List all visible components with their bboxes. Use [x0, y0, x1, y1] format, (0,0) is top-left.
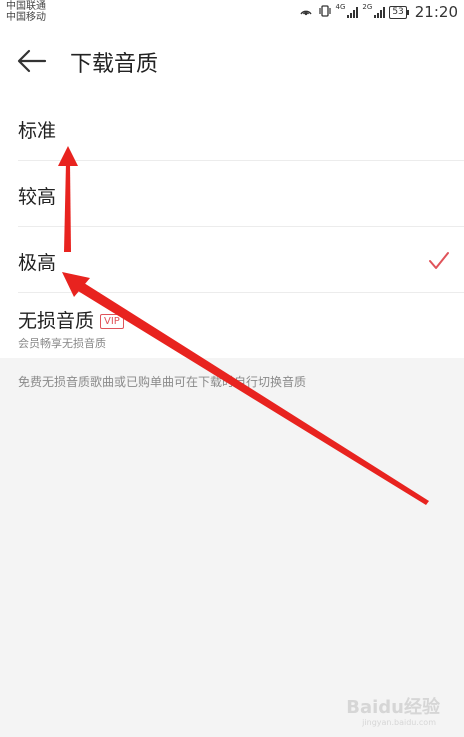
- divider: [18, 160, 464, 161]
- signal-icon: [347, 6, 359, 18]
- quality-option-very-high[interactable]: 极高: [18, 248, 464, 278]
- battery-icon: 53: [389, 5, 410, 19]
- option-label: 极高: [18, 252, 57, 274]
- checkmark-icon: [428, 251, 450, 271]
- network-type-2: 2G: [362, 3, 373, 11]
- quality-list: 标准 较高 极高 无损音质 VIP 会员畅享无损音质: [0, 96, 464, 358]
- vibrate-icon: [318, 4, 332, 21]
- option-label: 无损音质: [18, 310, 95, 332]
- watermark-logo: Baidu经验: [346, 697, 440, 718]
- quality-option-lossless[interactable]: 无损音质 VIP 会员畅享无损音质: [18, 306, 464, 350]
- option-subtitle: 会员畅享无损音质: [18, 337, 106, 350]
- hotspot-icon: [298, 4, 314, 21]
- vip-badge: VIP: [100, 314, 124, 329]
- divider: [18, 292, 464, 293]
- signal-icon-2: [374, 6, 386, 18]
- back-arrow-icon[interactable]: [16, 48, 48, 74]
- carrier-1: 中国联通: [6, 1, 46, 12]
- option-label: 较高: [18, 186, 57, 208]
- clock: 21:20: [414, 3, 458, 21]
- header: 下载音质: [0, 26, 464, 96]
- carrier-2: 中国移动: [6, 12, 46, 23]
- quality-option-standard[interactable]: 标准: [18, 116, 464, 146]
- page-title: 下载音质: [70, 52, 159, 77]
- network-type-1: 4G: [335, 3, 346, 11]
- option-label: 标准: [18, 120, 57, 142]
- quality-option-high[interactable]: 较高: [18, 182, 464, 212]
- footer-note: 免费无损音质歌曲或已购单曲可在下载时自行切换音质: [18, 375, 307, 389]
- divider: [18, 226, 464, 227]
- status-bar: 中国联通 中国移动 4G 2G 53 21:20: [0, 0, 464, 26]
- watermark-url: jingyan.baidu.com: [362, 718, 436, 727]
- status-icons: 4G 2G 53 21:20: [298, 3, 458, 21]
